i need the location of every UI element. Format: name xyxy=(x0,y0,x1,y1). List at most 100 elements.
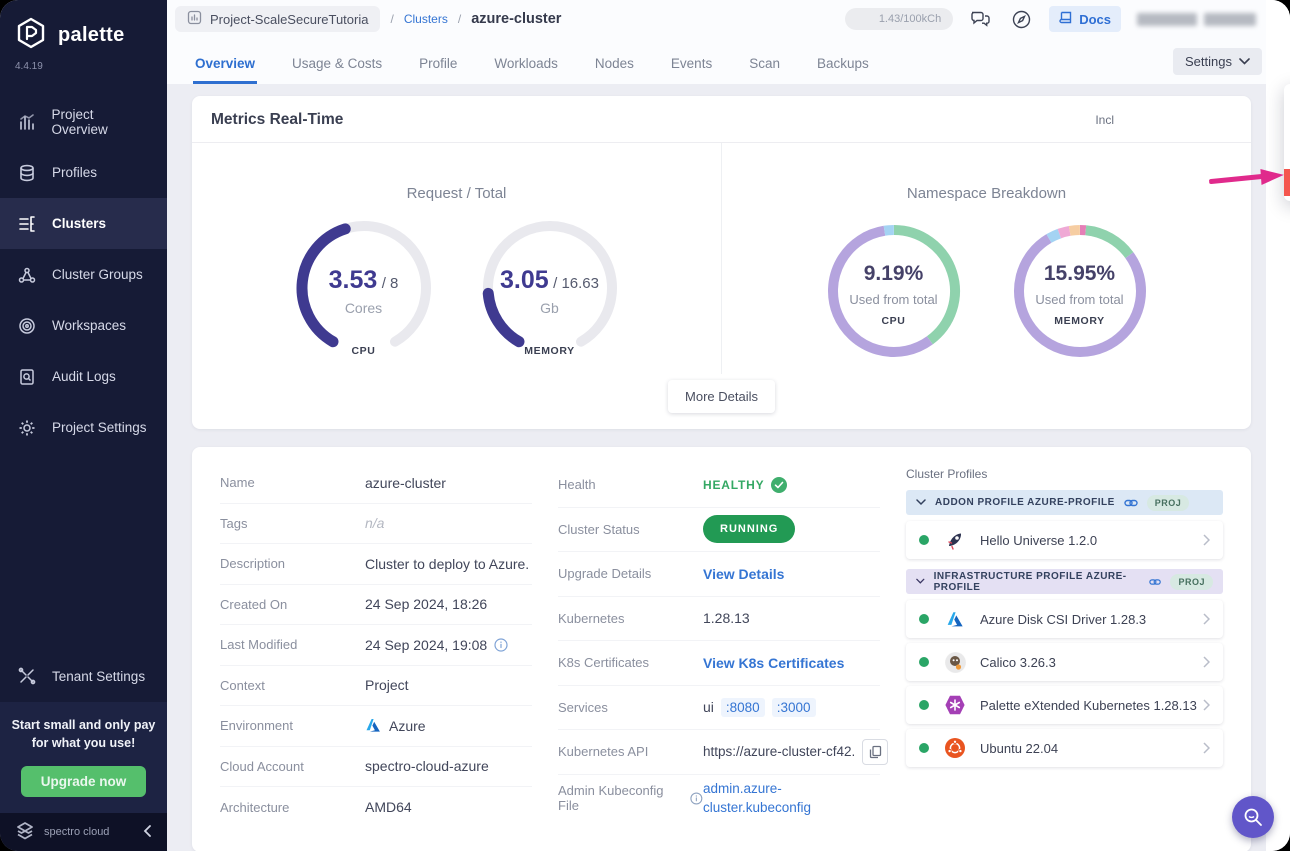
info-icon[interactable] xyxy=(494,638,508,652)
audit-doc-icon xyxy=(16,366,38,388)
sidebar-item-audit-logs[interactable]: Audit Logs xyxy=(0,351,167,402)
calico-icon xyxy=(944,651,966,673)
sidebar-item-label: Cluster Groups xyxy=(52,267,143,282)
sidebar-item-tenant-settings[interactable]: Tenant Settings xyxy=(0,651,167,702)
namespace-memory-kind: MEMORY xyxy=(1054,315,1105,327)
profile-pack-palette-extended-k8s[interactable]: Palette eXtended Kubernetes 1.28.13 xyxy=(906,686,1223,724)
upgrade-promo: Start small and only pay for what you us… xyxy=(0,701,167,813)
memory-used-value: 3.05 xyxy=(500,266,549,294)
usage-quota-badge: 1.43/100kCh xyxy=(845,8,954,30)
chevron-right-icon xyxy=(1203,699,1210,711)
sidebar-item-label: Audit Logs xyxy=(52,369,116,384)
field-label: Kubernetes xyxy=(558,610,625,626)
sidebar-item-cluster-groups[interactable]: Cluster Groups xyxy=(0,249,167,300)
breadcrumb-clusters-link[interactable]: Clusters xyxy=(404,12,448,26)
tab-scan[interactable]: Scan xyxy=(747,56,782,84)
more-details-button[interactable]: More Details xyxy=(668,380,775,413)
metrics-header: Metrics Real-Time Incl xyxy=(192,96,1251,143)
rocket-icon xyxy=(944,529,966,551)
docs-button[interactable]: Docs xyxy=(1049,6,1121,32)
tab-nodes[interactable]: Nodes xyxy=(593,56,636,84)
memory-gauge: 3.05 / 16.63 Gb MEMORY xyxy=(460,212,640,364)
addon-profile-header[interactable]: ADDON PROFILE AZURE-PROFILE PROJ xyxy=(906,490,1223,515)
infrastructure-profile-header[interactable]: INFRASTRUCTURE PROFILE AZURE-PROFILE PRO… xyxy=(906,569,1223,594)
scope-badge: PROJ xyxy=(1170,573,1213,590)
sidebar-item-workspaces[interactable]: Workspaces xyxy=(0,300,167,351)
chat-icon[interactable] xyxy=(969,7,993,31)
kubeconfig-download-link[interactable]: admin.azure-cluster.kubeconfig xyxy=(703,779,875,818)
namespace-breakdown-panel: Namespace Breakdown 9.19% Used from tota… xyxy=(722,143,1251,374)
menu-item-on-demand-update[interactable]: On-Demand Update xyxy=(1284,115,1290,142)
tab-usage-costs[interactable]: Usage & Costs xyxy=(290,56,384,84)
book-icon xyxy=(1059,10,1073,28)
redacted-username[interactable] xyxy=(1137,12,1256,26)
pack-name: Palette eXtended Kubernetes 1.28.13 xyxy=(980,697,1197,713)
tab-backups[interactable]: Backups xyxy=(815,56,871,84)
chevron-right-icon xyxy=(1203,742,1210,754)
namespace-cpu-caption: Used from total xyxy=(849,292,938,307)
compass-icon[interactable] xyxy=(1009,7,1033,31)
namespace-cpu-percent: 9.19% xyxy=(863,262,924,285)
view-k8s-certificates-link[interactable]: View K8s Certificates xyxy=(703,655,844,671)
menu-item-cluster-settings[interactable]: Cluster Settings xyxy=(1284,88,1290,115)
sidebar-item-label: Project Overview xyxy=(51,106,108,137)
sidebar-item-project-overview[interactable]: Project Overview xyxy=(0,96,167,147)
profile-pack-calico[interactable]: Calico 3.26.3 xyxy=(906,643,1223,681)
kubernetes-version-value: 1.28.13 xyxy=(703,610,750,627)
spiral-icon xyxy=(16,315,38,337)
bar-chart-icon xyxy=(16,111,37,133)
profile-pack-ubuntu[interactable]: Ubuntu 22.04 xyxy=(906,729,1223,767)
breadcrumb-current-cluster: azure-cluster xyxy=(471,11,562,27)
tab-profile[interactable]: Profile xyxy=(417,56,459,84)
field-label: Description xyxy=(220,556,286,572)
service-port-link[interactable]: :3000 xyxy=(771,697,816,717)
sidebar-item-project-settings[interactable]: Project Settings xyxy=(0,402,167,453)
menu-item-download-logs[interactable]: Download Logs xyxy=(1284,142,1290,169)
docs-label: Docs xyxy=(1079,11,1111,27)
redacted-text-block xyxy=(1137,12,1197,26)
sidebar-item-clusters[interactable]: Clusters xyxy=(0,198,167,249)
profile-header-label: ADDON PROFILE AZURE-PROFILE xyxy=(935,497,1115,508)
upgrade-now-button[interactable]: Upgrade now xyxy=(20,766,147,797)
collapse-sidebar-chevron-icon[interactable] xyxy=(143,824,153,840)
project-selector[interactable]: Project-ScaleSecureTutoria xyxy=(175,6,381,32)
brand: palette xyxy=(0,0,167,57)
view-details-link[interactable]: View Details xyxy=(703,566,784,582)
memory-kind-label: MEMORY xyxy=(524,345,575,357)
node-graph-icon xyxy=(16,264,38,286)
copy-api-button[interactable] xyxy=(862,738,888,765)
field-label: Tags xyxy=(220,515,248,531)
cpu-used-value: 3.53 xyxy=(328,266,378,294)
sidebar-item-label: Tenant Settings xyxy=(52,668,146,684)
pack-name: Hello Universe 1.2.0 xyxy=(980,532,1098,548)
page-content: Metrics Real-Time Incl Request / Total 3… xyxy=(167,84,1290,851)
pack-name: Calico 3.26.3 xyxy=(980,654,1056,670)
field-label: Upgrade Details xyxy=(558,566,652,582)
pack-status-dot xyxy=(919,657,929,667)
tab-events[interactable]: Events xyxy=(669,56,714,84)
memory-capacity-value: / 16.63 xyxy=(553,275,599,292)
field-label: Context xyxy=(220,677,265,693)
last-modified-value: 24 Sep 2024, 19:08 xyxy=(365,637,508,653)
pack-name: Ubuntu 22.04 xyxy=(980,740,1059,756)
sidebar-item-profiles[interactable]: Profiles xyxy=(0,147,167,198)
tab-overview[interactable]: Overview xyxy=(193,56,258,84)
architecture-value: AMD64 xyxy=(365,799,412,816)
sidebar: palette 4.4.19 Project Overview Profiles xyxy=(0,0,167,851)
info-icon[interactable] xyxy=(690,792,703,805)
tab-workloads[interactable]: Workloads xyxy=(492,56,560,84)
help-search-fab[interactable] xyxy=(1232,796,1274,838)
cluster-profiles-panel: Cluster Profiles ADDON PROFILE AZURE-PRO… xyxy=(906,463,1223,772)
profile-pack-hello-universe[interactable]: Hello Universe 1.2.0 xyxy=(906,521,1223,559)
main-area: Project-ScaleSecureTutoria / Clusters / … xyxy=(167,0,1290,851)
service-port-link[interactable]: :8080 xyxy=(720,697,765,717)
check-circle-icon xyxy=(771,476,788,493)
breadcrumb-separator: / xyxy=(390,12,394,26)
cluster-status-badge: RUNNING xyxy=(703,515,796,544)
settings-dropdown-button[interactable]: Settings xyxy=(1173,48,1262,75)
metrics-clipped-option: Incl xyxy=(1095,113,1114,127)
profile-pack-azure-disk-csi[interactable]: Azure Disk CSI Driver 1.28.3 xyxy=(906,600,1223,638)
namespace-cpu-donut: 9.19% Used from total CPU xyxy=(819,216,969,366)
azure-icon xyxy=(366,719,380,732)
field-label: Created On xyxy=(220,596,288,612)
